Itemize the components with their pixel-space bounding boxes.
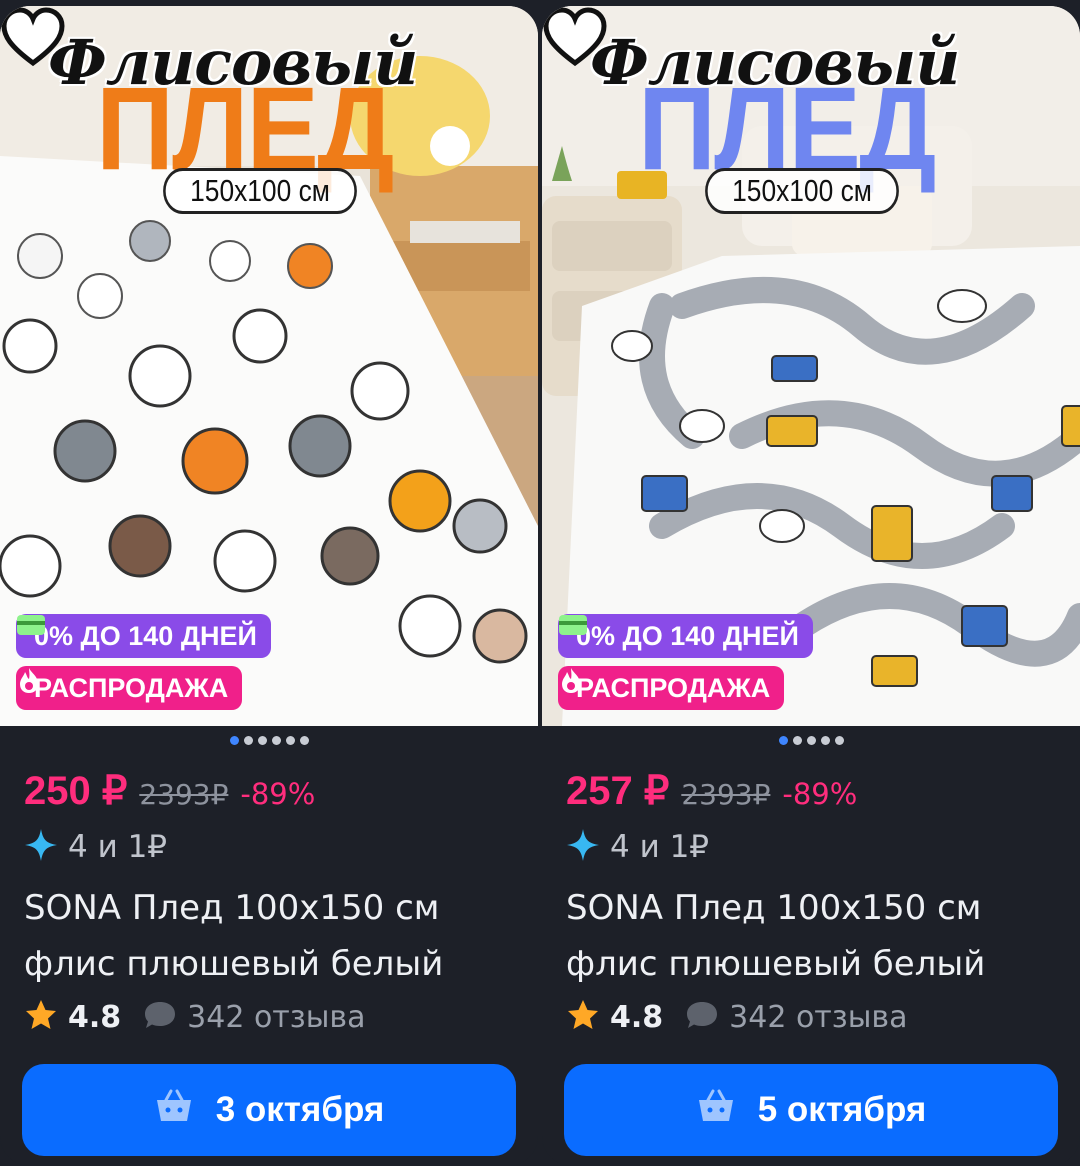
reviews-count[interactable]: 342 отзыва [729,1000,907,1035]
pager-dot [820,736,830,745]
product-photo[interactable]: Флисовый ПЛЕД 150x100 см 0% ДО 140 ДНЕЙ … [0,6,538,726]
star-icon [566,998,600,1036]
current-price: 250 ₽ [24,769,128,813]
bonus-text: 4 и 1₽ [68,829,168,865]
product-title[interactable]: SONA Плед 100x150 см флис плюшевый белый [566,880,1066,992]
basket-icon [696,1088,736,1133]
reviews-count[interactable]: 342 отзыва [187,1000,365,1035]
image-pager [0,736,538,745]
product-title-line1: SONA Плед 100x150 см [24,888,440,928]
installment-badge: 0% ДО 140 ДНЕЙ [16,614,271,658]
installment-text: 0% ДО 140 ДНЕЙ [34,620,257,651]
product-title-line2: флис плюшевый белый [566,944,986,984]
comment-icon [143,1000,177,1034]
price-row: 257 ₽ 2393₽ -89% [566,768,857,814]
heart-icon[interactable] [542,6,608,72]
sale-badge: РАСПРОДАЖА [558,666,785,710]
old-price: 2393₽ [139,778,229,811]
pager-dot [806,736,816,745]
price-row: 250 ₽ 2393₽ -89% [24,768,315,814]
sparkle-icon [566,828,600,866]
basket-icon [154,1088,194,1133]
delivery-button[interactable]: 5 октября [564,1064,1058,1156]
size-label: 150x100 см [705,168,899,214]
comment-icon [685,1000,719,1034]
installment-badge: 0% ДО 140 ДНЕЙ [558,614,813,658]
pager-dot [834,736,844,745]
image-pager [542,736,1080,745]
old-price: 2393₽ [681,778,771,811]
sparkle-icon [24,828,58,866]
sale-text: РАСПРОДАЖА [576,672,771,703]
pager-dot [243,736,253,745]
star-icon [24,998,58,1036]
delivery-date: 3 октября [215,1090,385,1129]
delivery-button[interactable]: 3 октября [22,1064,516,1156]
product-title-line1: SONA Плед 100x150 см [566,888,982,928]
pager-dot [299,736,309,745]
promo-title-script: Флисовый [48,26,418,99]
installment-text: 0% ДО 140 ДНЕЙ [576,620,799,651]
product-photo[interactable]: Флисовый ПЛЕД 150x100 см 0% ДО 140 ДНЕЙ … [542,6,1080,726]
bonus-row: 4 и 1₽ [566,828,709,866]
pager-dot-active [229,736,239,745]
pager-dot [257,736,267,745]
rating-value: 4.8 [68,999,122,1035]
pager-dot-active [778,736,788,745]
bonus-text: 4 и 1₽ [610,829,710,865]
delivery-date: 5 октября [757,1090,927,1129]
current-price: 257 ₽ [566,769,670,813]
discount-percent: -89% [782,777,858,811]
pager-dot [792,736,802,745]
promo-title-script: Флисовый [590,26,960,99]
sale-text: РАСПРОДАЖА [34,672,229,703]
discount-percent: -89% [240,777,316,811]
product-title[interactable]: SONA Плед 100x150 см флис плюшевый белый [24,880,524,992]
bonus-row: 4 и 1₽ [24,828,167,866]
pager-dot [271,736,281,745]
pager-dot [285,736,295,745]
product-card[interactable]: Флисовый ПЛЕД 150x100 см 0% ДО 140 ДНЕЙ … [542,6,1080,1166]
product-card[interactable]: Флисовый ПЛЕД 150x100 см 0% ДО 140 ДНЕЙ … [0,6,538,1166]
size-label: 150x100 см [163,168,357,214]
heart-icon[interactable] [0,6,66,72]
rating-row: 4.8 342 отзыва [24,998,366,1036]
product-title-line2: флис плюшевый белый [24,944,444,984]
sale-badge: РАСПРОДАЖА [16,666,243,710]
rating-row: 4.8 342 отзыва [566,998,908,1036]
rating-value: 4.8 [610,999,664,1035]
